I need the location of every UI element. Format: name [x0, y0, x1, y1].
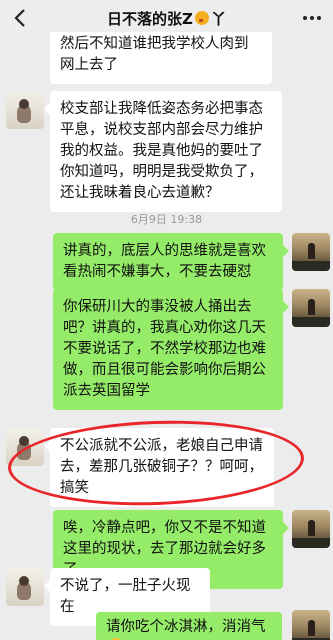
message-bubble-outgoing[interactable]: 请你吃个冰淇淋，消消气 [96, 612, 282, 640]
contact-avatar[interactable] [6, 428, 44, 466]
my-avatar[interactable] [292, 610, 330, 640]
chat-title-text: 日不落的张Z [107, 9, 193, 28]
message-text: 请你吃个冰淇淋，消消气 [106, 619, 266, 635]
message-bubble-incoming[interactable]: 然后不知道谁把我学校人肉到网上去了 [50, 32, 272, 84]
chat-header: 日不落的张Z 丫 [0, 0, 333, 36]
message-bubble-outgoing[interactable]: 你保研川大的事没被人捅出去吧？讲真的，我真心劝你这几天不要说话了，不然学校那边也… [53, 289, 289, 410]
more-options-icon[interactable] [301, 8, 323, 28]
kiss-emoji-icon [194, 11, 209, 25]
chat-title: 日不落的张Z 丫 [107, 8, 226, 29]
my-avatar[interactable] [292, 510, 330, 548]
message-bubble-incoming[interactable]: 不公派就不公派，老娘自己申请去，差那几张破铜子？？呵呵，搞笑 [44, 428, 274, 507]
message-timestamp: 6月9日 19:38 [130, 213, 203, 226]
contact-avatar[interactable] [6, 91, 44, 129]
back-arrow-icon[interactable] [10, 7, 32, 29]
my-avatar[interactable] [292, 233, 330, 271]
my-avatar[interactable] [292, 289, 330, 327]
message-bubble-incoming[interactable]: 校支部让我降低姿态务必把事态平息，说校支部内部会尽力维护我的权益。我是真他妈的要… [44, 91, 282, 212]
chat-title-suffix: 丫 [210, 9, 226, 28]
contact-avatar[interactable] [6, 568, 44, 606]
message-bubble-outgoing[interactable]: 讲真的，底层人的思维就是喜欢看热闹不嫌事大，不要去硬怼 [53, 233, 289, 291]
